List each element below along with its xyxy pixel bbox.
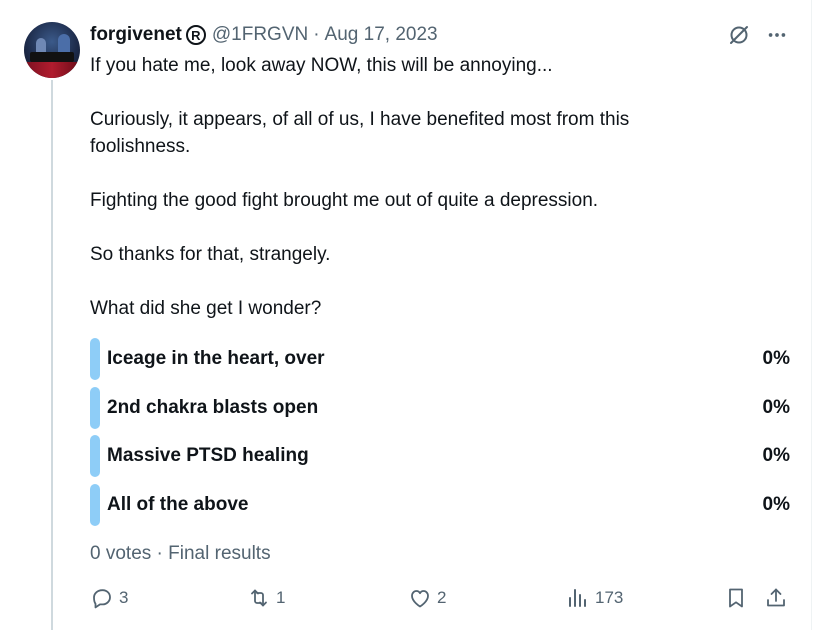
views-button[interactable]: 173	[566, 586, 623, 610]
header-separator: ·	[313, 24, 320, 45]
tweet-paragraph: Fighting the good fight brought me out o…	[90, 190, 599, 211]
author-handle[interactable]: @1FRGVN	[212, 24, 308, 46]
poll-result-bar	[90, 435, 100, 477]
like-icon	[411, 590, 429, 608]
poll-option-label: Iceage in the heart, over	[107, 348, 325, 369]
tweet-header: forgivenet R @1FRGVN · Aug 17, 2023	[90, 21, 438, 49]
views-icon	[569, 589, 586, 607]
poll: Iceage in the heart, over 0% 2nd chakra …	[90, 338, 790, 532]
author-name[interactable]: forgivenet	[90, 24, 182, 46]
bookmark-icon	[729, 588, 743, 608]
grok-icon[interactable]	[726, 22, 752, 48]
poll-meta-separator: ·	[156, 543, 163, 564]
like-button[interactable]: 2	[408, 586, 446, 610]
repost-icon	[251, 589, 267, 607]
reply-icon	[93, 589, 111, 609]
poll-option-label: All of the above	[107, 493, 249, 515]
tweet-top-actions	[726, 22, 790, 48]
tweet-actions: 3 1 2 173	[90, 586, 790, 614]
share-button[interactable]	[764, 586, 788, 610]
poll-option-percent: 0%	[762, 396, 790, 418]
repost-button[interactable]: 1	[247, 586, 285, 610]
poll-option: Massive PTSD healing 0%	[90, 435, 790, 477]
poll-option-label: Massive PTSD healing	[107, 445, 309, 466]
avatar[interactable]	[24, 22, 80, 78]
poll-votes: 0 votes	[90, 543, 152, 564]
reply-count: 3	[119, 588, 129, 607]
panel-border	[811, 0, 812, 630]
reply-button[interactable]: 3	[90, 586, 128, 610]
poll-option-percent: 0%	[762, 348, 790, 369]
poll-option-label: 2nd chakra blasts open	[107, 396, 319, 418]
share-icon	[767, 588, 785, 607]
poll-result-bar	[90, 483, 100, 526]
tweet-paragraph: If you hate me, look away NOW, this will…	[90, 55, 553, 76]
tweet-date[interactable]: Aug 17, 2023	[325, 24, 438, 46]
poll-option-percent: 0%	[762, 493, 790, 515]
poll-status: Final results	[168, 543, 271, 564]
poll-result-bar	[90, 338, 100, 380]
poll-option: All of the above 0%	[90, 483, 790, 526]
poll-option: Iceage in the heart, over 0%	[90, 338, 790, 380]
views-count: 173	[595, 588, 624, 607]
poll-option-percent: 0%	[762, 445, 790, 466]
registered-icon: R	[185, 25, 206, 45]
tweet-paragraph: What did she get I wonder?	[90, 298, 322, 319]
more-icon[interactable]	[764, 22, 790, 48]
bookmark-button[interactable]	[724, 586, 748, 610]
poll-option: 2nd chakra blasts open 0%	[90, 386, 790, 429]
like-count: 2	[437, 588, 447, 607]
poll-meta: 0 votes · Final results	[90, 543, 271, 565]
repost-count: 1	[276, 588, 286, 607]
tweet-text: If you hate me, look away NOW, this will…	[90, 52, 730, 349]
poll-result-bar	[90, 386, 100, 429]
tweet-paragraph: So thanks for that, strangely.	[90, 244, 331, 265]
thread-line	[51, 80, 53, 630]
tweet-paragraph: Curiously, it appears, of all of us, I h…	[90, 109, 630, 157]
